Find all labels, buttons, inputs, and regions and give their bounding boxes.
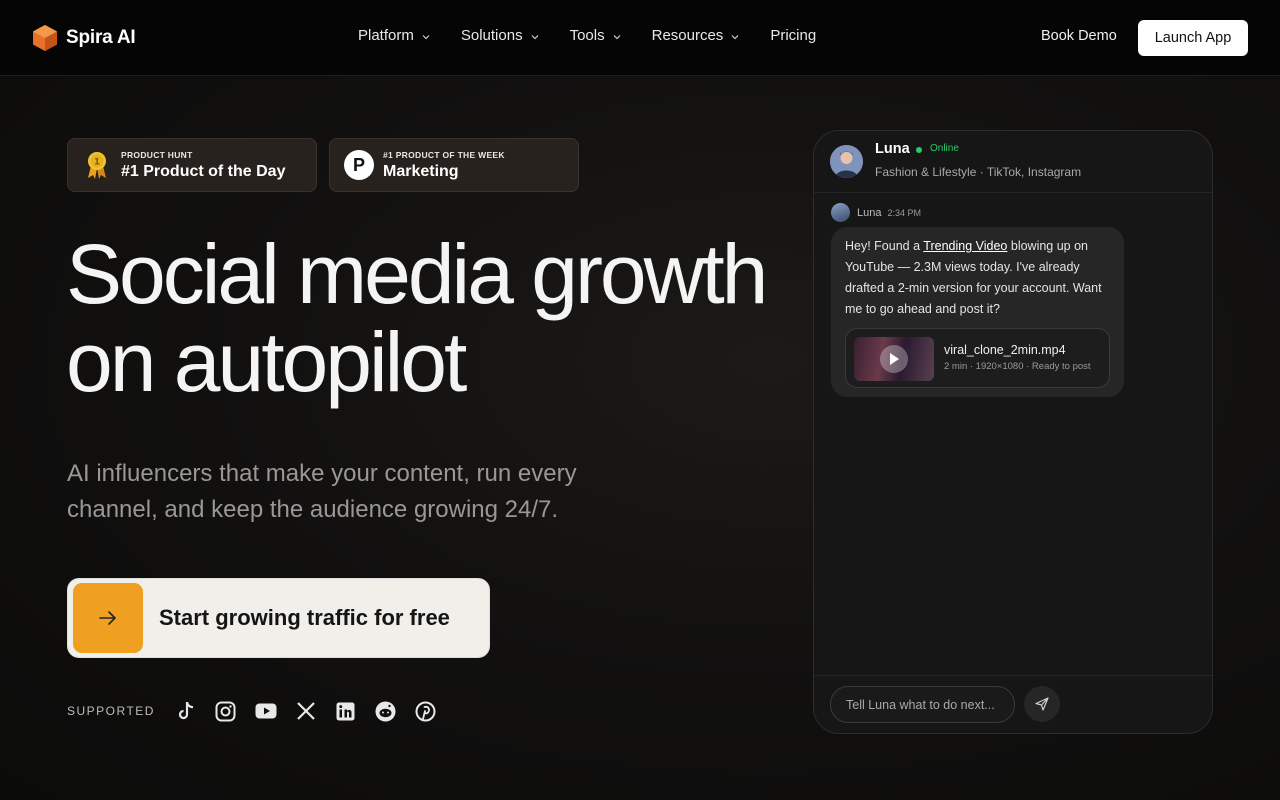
badge-title: #1 Product of the Day xyxy=(121,162,286,180)
nav-resources-label: Resources xyxy=(651,27,724,44)
message-text: Hey! Found a Trending Video blowing up o… xyxy=(845,236,1110,320)
chevron-down-icon xyxy=(613,34,621,39)
chat-header: Luna Online Fashion & Lifestyle · TikTok… xyxy=(814,131,1212,193)
message-text-part: Hey! Found a xyxy=(845,239,924,253)
supported-platforms: SUPPORTED xyxy=(67,700,455,722)
chat-footer xyxy=(814,675,1212,733)
nav-solutions-label: Solutions xyxy=(460,27,523,44)
nav-platform[interactable]: Platform xyxy=(358,27,431,44)
trending-video-link[interactable]: Trending Video xyxy=(923,239,1007,253)
online-status-dot xyxy=(916,147,922,153)
hero-title-line2: on autopilot xyxy=(66,315,467,409)
online-status: Online xyxy=(930,143,959,154)
product-of-day-badge[interactable]: 1 PRODUCT HUNT #1 Product of the Day xyxy=(67,138,317,192)
badge-text: #1 PRODUCT OF THE WEEK Marketing xyxy=(383,150,505,181)
video-thumbnail xyxy=(854,337,934,381)
youtube-icon[interactable] xyxy=(255,700,277,722)
brand-name: Spira AI xyxy=(66,27,136,48)
top-nav: Spira AI Platform Solutions Tools Resour… xyxy=(0,0,1280,76)
cta-label: Start growing traffic for free xyxy=(159,605,450,630)
nav-pricing-label: Pricing xyxy=(770,27,817,44)
nav-pricing[interactable]: Pricing xyxy=(770,27,816,44)
message-author: Luna xyxy=(857,206,882,219)
book-demo-link[interactable]: Book Demo xyxy=(1041,28,1117,44)
video-attachment[interactable]: viral_clone_2min.mp4 2 min · 1920×1080 ·… xyxy=(845,328,1110,388)
cube-logo-icon xyxy=(33,25,57,51)
instagram-icon[interactable] xyxy=(215,700,237,722)
product-of-week-badge[interactable]: P #1 PRODUCT OF THE WEEK Marketing xyxy=(329,138,579,192)
chat-contact-meta: Fashion & Lifestyle · TikTok, Instagram xyxy=(875,165,1082,179)
chevron-down-icon xyxy=(731,34,739,39)
send-button[interactable] xyxy=(1024,686,1060,722)
producthunt-icon: P xyxy=(344,150,374,180)
badge-eyebrow: PRODUCT HUNT xyxy=(121,149,193,160)
nav-links: Platform Solutions Tools Resources Prici… xyxy=(358,27,846,44)
x-icon[interactable] xyxy=(295,700,317,722)
nav-solutions[interactable]: Solutions xyxy=(461,27,540,44)
supported-label: SUPPORTED xyxy=(67,704,155,718)
badge-text: PRODUCT HUNT #1 Product of the Day xyxy=(121,150,285,181)
hero-subtitle: AI influencers that make your content, r… xyxy=(67,460,577,523)
linkedin-icon[interactable] xyxy=(335,700,357,722)
pinterest-icon[interactable] xyxy=(415,700,437,722)
badge-title: Marketing xyxy=(383,162,459,180)
arrow-right-icon xyxy=(73,583,143,653)
nav-resources[interactable]: Resources xyxy=(652,27,741,44)
svg-text:1: 1 xyxy=(94,158,100,168)
hero-title: Social media growth on autopilot xyxy=(66,230,806,406)
avatar xyxy=(831,203,850,222)
chevron-down-icon xyxy=(422,34,430,39)
nav-platform-label: Platform xyxy=(358,27,414,44)
chevron-down-icon xyxy=(531,34,539,39)
hero-title-line1: Social media growth xyxy=(66,227,768,321)
send-icon xyxy=(1035,697,1049,711)
producthunt-letter: P xyxy=(344,150,374,180)
launch-app-button[interactable]: Launch App xyxy=(1138,20,1248,56)
chat-panel: Luna Online Fashion & Lifestyle · TikTok… xyxy=(813,130,1213,734)
chat-contact-name: Luna xyxy=(875,141,910,157)
start-free-cta-button[interactable]: Start growing traffic for free xyxy=(67,578,490,658)
reddit-icon[interactable] xyxy=(375,700,397,722)
chat-message-input[interactable] xyxy=(830,686,1015,723)
message-time: 2:34 PM xyxy=(887,207,922,218)
brand-logo[interactable]: Spira AI xyxy=(32,24,136,52)
message-bubble: Hey! Found a Trending Video blowing up o… xyxy=(831,227,1124,397)
nav-tools[interactable]: Tools xyxy=(570,27,622,44)
play-icon[interactable] xyxy=(880,345,908,373)
attachment-meta: 2 min · 1920×1080 · Ready to post xyxy=(944,361,1091,372)
medal-icon: 1 xyxy=(82,150,112,180)
message-header: Luna 2:34 PM xyxy=(831,203,921,222)
nav-tools-label: Tools xyxy=(569,27,605,44)
attachment-filename: viral_clone_2min.mp4 xyxy=(944,343,1066,357)
tiktok-icon[interactable] xyxy=(175,700,197,722)
badge-eyebrow: #1 PRODUCT OF THE WEEK xyxy=(383,149,505,160)
avatar[interactable] xyxy=(830,145,863,178)
